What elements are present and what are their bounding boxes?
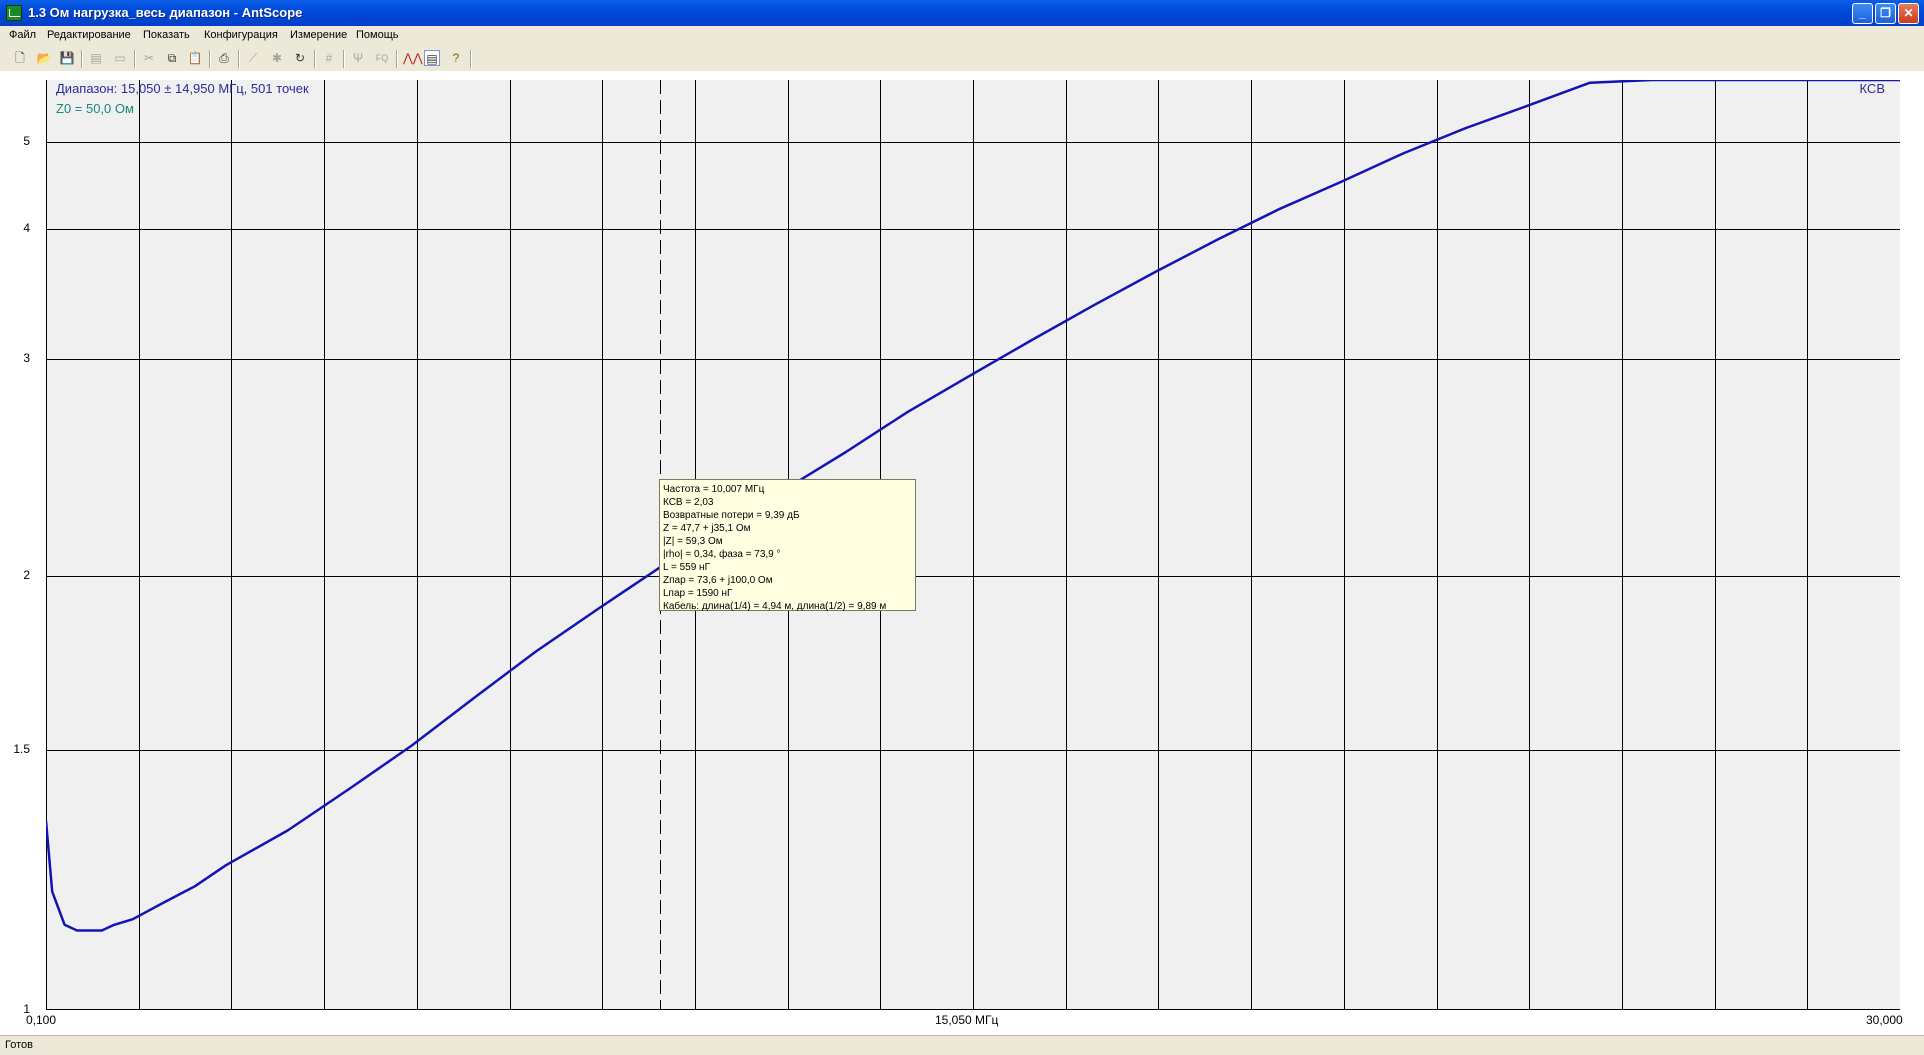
save-icon[interactable]: 💾 (59, 50, 75, 66)
swr-plot[interactable] (46, 80, 1900, 1010)
toolbar-separator (81, 50, 83, 68)
toolbar: 🗋 📂 💾 ▤ ▭ ✂ ⧉ 📋 ⎙ ⟋ ✱ ↻ # Ψ FQ ⋀⋀ ▤ ? (0, 46, 1924, 72)
menu-help[interactable]: Помощь (356, 29, 399, 41)
tooltip-inductance: L = 559 нГ (663, 562, 710, 573)
tooltip-frequency: Частота = 10,007 МГц (663, 484, 765, 495)
copy-icon[interactable]: ⧉ (164, 50, 180, 66)
notes-icon[interactable]: ▤ (424, 50, 440, 66)
tooltip-impedance-magnitude: |Z| = 59,3 Ом (663, 536, 723, 547)
tooltip-return-loss: Возвратные потери = 9,39 дБ (663, 510, 800, 521)
menu-configuration[interactable]: Конфигурация (204, 29, 278, 41)
tooltip-impedance: Z = 47,7 + j35,1 Ом (663, 523, 751, 534)
tooltip-parallel-inductance: Lпар = 1590 нГ (663, 588, 733, 599)
marker-tooltip: Частота = 10,007 МГц КСВ = 2,03 Возвратн… (659, 479, 916, 612)
menu-bar: Файл Редактирование Показать Конфигураци… (0, 26, 1924, 46)
toolbar-separator (134, 50, 136, 68)
refresh-icon[interactable]: ↻ (292, 50, 308, 66)
toolbar-separator (396, 50, 398, 68)
menu-measurement[interactable]: Измерение (290, 29, 347, 41)
open-folder-icon[interactable]: 📂 (36, 50, 52, 66)
fq-icon[interactable]: FQ (374, 50, 390, 66)
range-info: Диапазон: 15,050 ± 14,950 МГц, 501 точек (56, 81, 309, 96)
y-tick-label: 5 (23, 134, 30, 148)
status-bar: Готов (0, 1035, 1924, 1055)
y-tick-label: 3 (23, 351, 30, 365)
tooltip-rho: |rho| = 0,34, фаза = 73,9 ° (663, 549, 781, 560)
app-icon[interactable] (6, 5, 22, 21)
toolbar-separator (314, 50, 316, 68)
add-marker-icon[interactable]: ▤ (88, 50, 104, 66)
close-button[interactable]: ✕ (1898, 3, 1919, 24)
antenna-icon[interactable]: Ψ (350, 50, 366, 66)
new-file-icon[interactable]: 🗋 (12, 50, 28, 66)
legend-swr: КСВ (1859, 81, 1886, 96)
graph-icon[interactable]: ⋀⋀ (403, 50, 423, 66)
z0-info: Z0 = 50,0 Ом (56, 101, 134, 116)
menu-file[interactable]: Файл (9, 29, 36, 41)
chart-icon[interactable]: ⟋ (245, 50, 261, 66)
toolbar-separator (470, 50, 472, 68)
toolbar-separator (238, 50, 240, 68)
paste-icon[interactable]: 📋 (187, 50, 203, 66)
minimize-button[interactable]: _ (1852, 3, 1873, 24)
asterisk-icon[interactable]: ✱ (269, 50, 285, 66)
menu-view[interactable]: Показать (143, 29, 190, 41)
toolbar-separator (209, 50, 211, 68)
maximize-button[interactable]: ❐ (1875, 3, 1896, 24)
digits-icon[interactable]: # (321, 50, 337, 66)
x-tick-label-end: 30,000 (1866, 1013, 1903, 1027)
window-title: 1.3 Ом нагрузка_весь диапазон - AntScope (28, 5, 303, 20)
camera-icon[interactable]: ▭ (112, 50, 128, 66)
y-tick-label: 2 (23, 568, 30, 582)
status-text: Готов (5, 1039, 33, 1051)
toolbar-separator (343, 50, 345, 68)
tooltip-swr: КСВ = 2,03 (663, 497, 714, 508)
menu-edit[interactable]: Редактирование (47, 29, 131, 41)
print-icon[interactable]: ⎙ (216, 50, 232, 66)
tooltip-cable-length: Кабель: длина(1/4) = 4,94 м, длина(1/2) … (663, 601, 887, 612)
y-tick-label: 4 (23, 220, 30, 235)
help-icon[interactable]: ? (448, 50, 464, 66)
x-tick-label-center: 15,050 МГц (935, 1013, 999, 1027)
tooltip-parallel-impedance: Zпар = 73,6 + j100,0 Ом (663, 575, 773, 586)
y-tick-label: 1.5 (13, 741, 30, 756)
cut-icon[interactable]: ✂ (141, 50, 157, 66)
x-tick-label-start: 0,100 (26, 1013, 57, 1027)
title-bar: 1.3 Ом нагрузка_весь диапазон - AntScope… (0, 0, 1924, 26)
